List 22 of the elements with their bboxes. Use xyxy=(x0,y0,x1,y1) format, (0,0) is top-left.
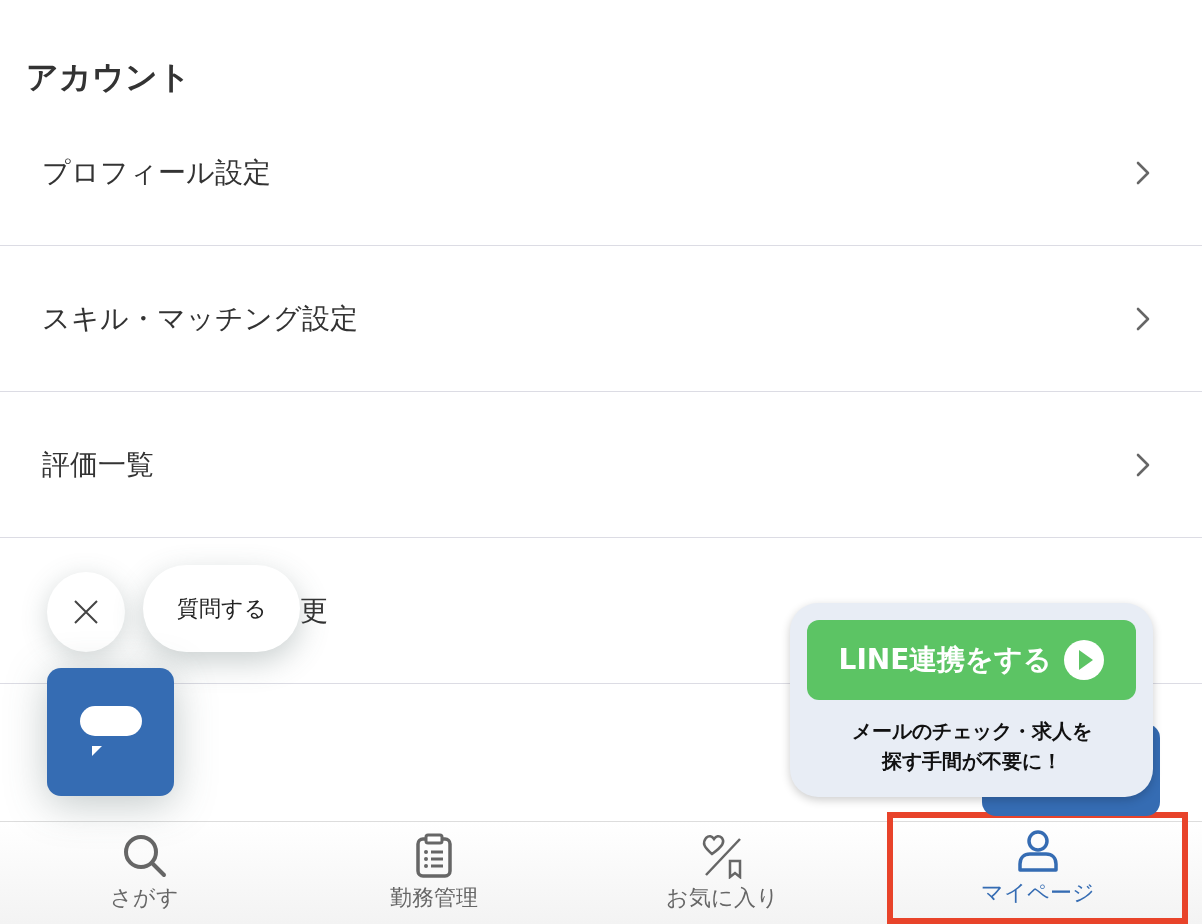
nav-tab[interactable]: 勤務管理 xyxy=(289,822,578,924)
nav-tab[interactable]: お気に入り xyxy=(578,822,867,924)
section-heading: アカウント xyxy=(25,57,192,98)
menu-row[interactable]: 評価一覧 xyxy=(0,392,1202,538)
play-icon xyxy=(1064,640,1105,680)
tab-label: 勤務管理 xyxy=(389,884,478,912)
row-label: 評価一覧 xyxy=(42,446,154,483)
row-label: 更 xyxy=(300,592,328,629)
popup-caption: メールのチェック・求人を 探す手間が不要に！ xyxy=(851,718,1092,775)
tab-label: お気に入り xyxy=(666,884,779,912)
tab-label: さがす xyxy=(110,884,179,912)
menu-row[interactable]: プロフィール設定 xyxy=(0,100,1202,246)
row-label: プロフィール設定 xyxy=(42,154,271,191)
clipboard-icon xyxy=(414,833,453,879)
search-icon xyxy=(121,833,168,879)
chat-button[interactable] xyxy=(47,668,174,796)
menu-row[interactable]: スキル・マッチング設定 xyxy=(0,246,1202,392)
row-label: スキル・マッチング設定 xyxy=(42,300,358,337)
tab-label: マイページ xyxy=(980,879,1095,907)
ask-button[interactable]: 質問する xyxy=(143,565,300,652)
close-icon xyxy=(73,599,99,625)
nav-tab[interactable]: さがす xyxy=(0,822,289,924)
